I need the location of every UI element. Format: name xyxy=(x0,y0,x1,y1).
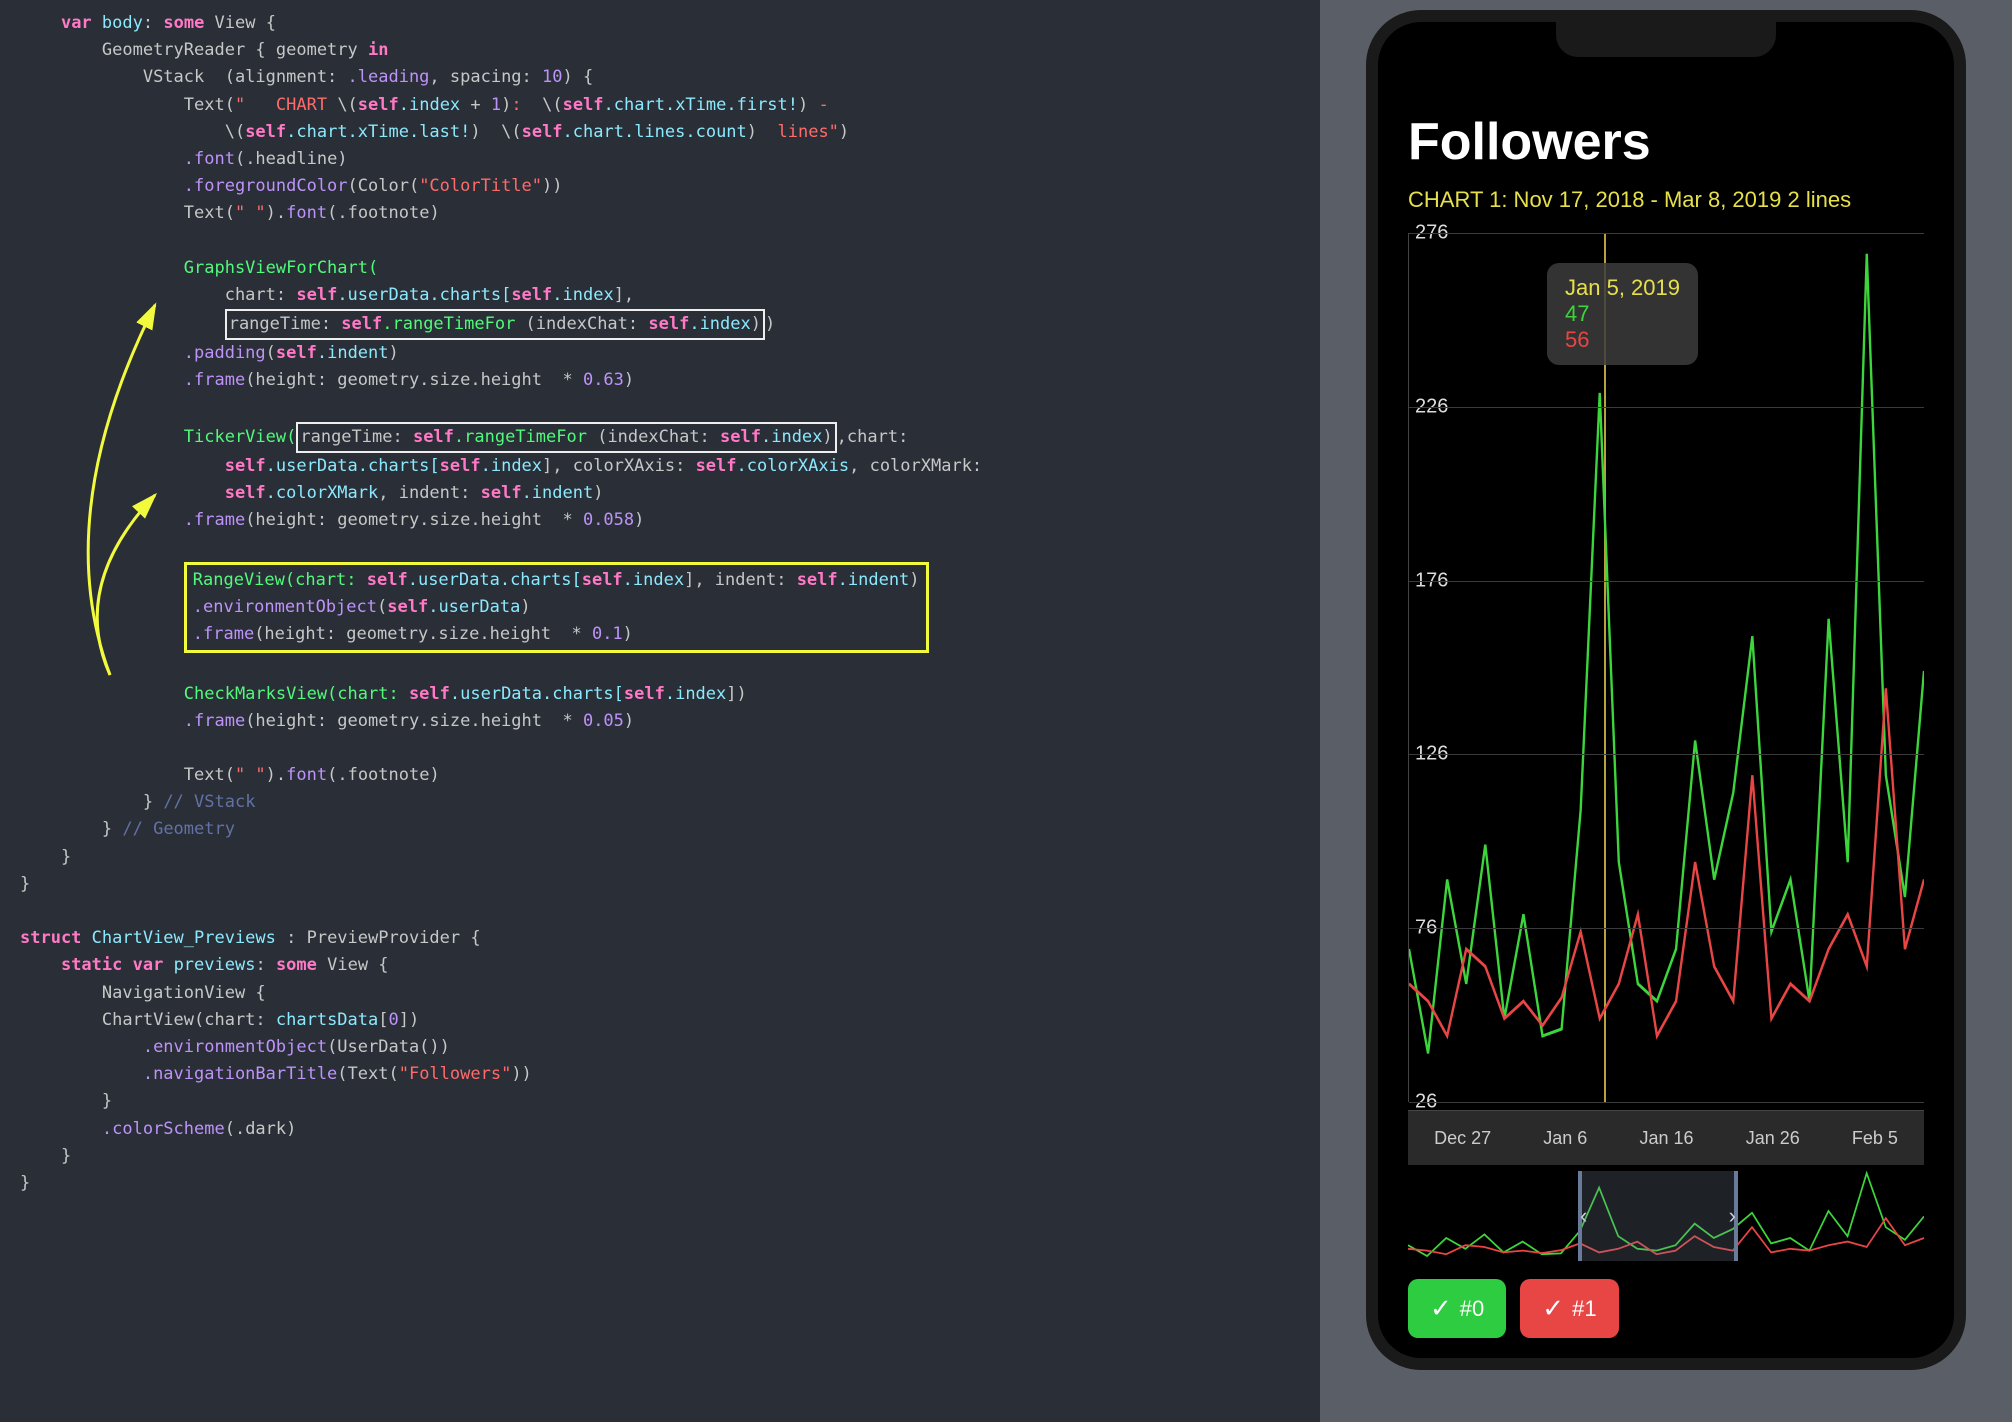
chart-tooltip: Jan 5, 2019 47 56 xyxy=(1547,263,1698,365)
code-line[interactable]: NavigationView { xyxy=(20,980,1320,1007)
range-grip-left[interactable]: ‹ xyxy=(1580,1203,1587,1229)
gridline xyxy=(1409,754,1924,755)
code-line[interactable]: .frame(height: geometry.size.height * 0.… xyxy=(20,507,1320,534)
code-editor-pane[interactable]: var body: some View { GeometryReader { g… xyxy=(0,0,1320,1422)
code-line[interactable]: } xyxy=(20,1088,1320,1115)
code-line[interactable]: self.userData.charts[self.index], colorX… xyxy=(20,453,1320,480)
code-line[interactable]: .colorScheme(.dark) xyxy=(20,1116,1320,1143)
phone-notch xyxy=(1556,22,1776,57)
preview-pane: Followers CHART 1: Nov 17, 2018 - Mar 8,… xyxy=(1320,0,2012,1422)
phone-frame: Followers CHART 1: Nov 17, 2018 - Mar 8,… xyxy=(1366,10,1966,1370)
code-line[interactable]: self.colorXMark, indent: self.indent) xyxy=(20,480,1320,507)
gridline xyxy=(1409,928,1924,929)
code-line[interactable]: .environmentObject(UserData()) xyxy=(20,1034,1320,1061)
code-line[interactable]: static var previews: some View { xyxy=(20,952,1320,979)
code-block-highlighted-yellow[interactable]: RangeView(chart: self.userData.charts[se… xyxy=(20,562,1320,654)
code-line[interactable]: } xyxy=(20,844,1320,871)
tooltip-date: Jan 5, 2019 xyxy=(1565,275,1680,301)
tooltip-value-1: 56 xyxy=(1565,327,1680,353)
x-tick-label: Jan 16 xyxy=(1639,1128,1693,1149)
check-icon: ✓ xyxy=(1430,1293,1452,1324)
x-axis: Dec 27 Jan 6 Jan 16 Jan 26 Feb 5 xyxy=(1408,1110,1924,1165)
code-line[interactable]: Text(" ").font(.footnote) xyxy=(20,762,1320,789)
code-line[interactable]: } // VStack xyxy=(20,789,1320,816)
code-line[interactable]: .font(.headline) xyxy=(20,146,1320,173)
chart-area[interactable]: 2762261761267626 Jan 5, 2019 47 56 xyxy=(1408,233,1924,1102)
gridline xyxy=(1409,407,1924,408)
code-line[interactable]: struct ChartView_Previews : PreviewProvi… xyxy=(20,925,1320,952)
code-line[interactable]: CheckMarksView(chart: self.userData.char… xyxy=(20,681,1320,708)
code-line[interactable]: .frame(height: geometry.size.height * 0.… xyxy=(20,708,1320,735)
check-icon: ✓ xyxy=(1542,1293,1564,1324)
checkmarks-row: ✓ #0 ✓ #1 xyxy=(1408,1279,1924,1338)
code-line[interactable]: } xyxy=(20,871,1320,898)
code-line[interactable]: \(self.chart.xTime.last!) \(self.chart.l… xyxy=(20,119,1320,146)
code-line[interactable]: .padding(self.indent) xyxy=(20,340,1320,367)
gridline xyxy=(1409,233,1924,234)
code-line[interactable]: GraphsViewForChart( xyxy=(20,255,1320,282)
code-line[interactable]: } xyxy=(20,1143,1320,1170)
gridline xyxy=(1409,581,1924,582)
code-line-highlighted[interactable]: rangeTime: self.rangeTimeFor (indexChat:… xyxy=(20,309,1320,340)
tooltip-value-0: 47 xyxy=(1565,301,1680,327)
code-line[interactable]: GeometryReader { geometry in xyxy=(20,37,1320,64)
code-line-highlighted[interactable]: TickerView(rangeTime: self.rangeTimeFor … xyxy=(20,422,1320,453)
code-line[interactable]: } // Geometry xyxy=(20,816,1320,843)
range-view[interactable]: ‹ › xyxy=(1408,1171,1924,1261)
series-label: #1 xyxy=(1572,1296,1596,1322)
gridline xyxy=(1409,1102,1924,1103)
code-line[interactable]: } xyxy=(20,1170,1320,1197)
range-handle[interactable]: ‹ › xyxy=(1578,1171,1738,1261)
code-line[interactable]: .frame(height: geometry.size.height * 0.… xyxy=(20,367,1320,394)
x-tick-label: Jan 26 xyxy=(1746,1128,1800,1149)
x-tick-label: Feb 5 xyxy=(1852,1128,1898,1149)
series-toggle-0[interactable]: ✓ #0 xyxy=(1408,1279,1506,1338)
series-line xyxy=(1409,254,1924,1053)
code-line[interactable]: .foregroundColor(Color("ColorTitle")) xyxy=(20,173,1320,200)
code-line[interactable]: Text(" CHART \(self.index + 1): \(self.c… xyxy=(20,92,1320,119)
code-line[interactable]: Text(" ").font(.footnote) xyxy=(20,200,1320,227)
code-line[interactable]: var body: some View { xyxy=(20,10,1320,37)
code-line[interactable]: chart: self.userData.charts[self.index], xyxy=(20,282,1320,309)
x-tick-label: Jan 6 xyxy=(1543,1128,1587,1149)
x-tick-label: Dec 27 xyxy=(1434,1128,1491,1149)
chart-subtitle: CHART 1: Nov 17, 2018 - Mar 8, 2019 2 li… xyxy=(1408,187,1924,213)
series-label: #0 xyxy=(1460,1296,1484,1322)
range-grip-right[interactable]: › xyxy=(1729,1203,1736,1229)
page-title: Followers xyxy=(1408,112,1924,172)
code-line[interactable]: VStack (alignment: .leading, spacing: 10… xyxy=(20,64,1320,91)
code-line[interactable]: ChartView(chart: chartsData[0]) xyxy=(20,1007,1320,1034)
code-line[interactable]: .navigationBarTitle(Text("Followers")) xyxy=(20,1061,1320,1088)
series-toggle-1[interactable]: ✓ #1 xyxy=(1520,1279,1618,1338)
